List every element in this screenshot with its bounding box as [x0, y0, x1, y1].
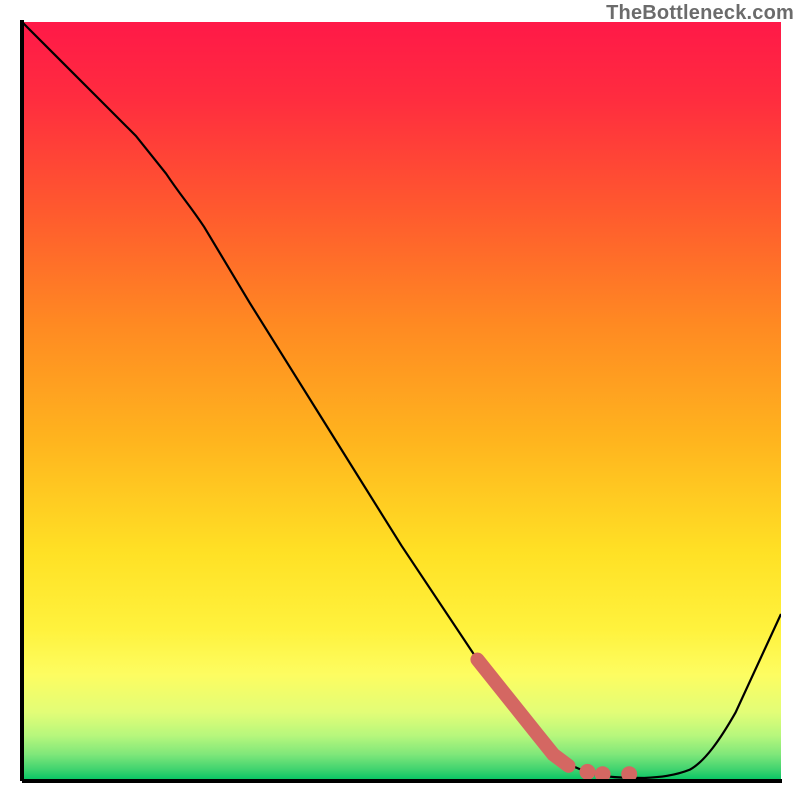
axes — [0, 0, 800, 800]
attribution-label: TheBottleneck.com — [606, 2, 794, 25]
chart-container: TheBottleneck.com — [0, 0, 800, 800]
